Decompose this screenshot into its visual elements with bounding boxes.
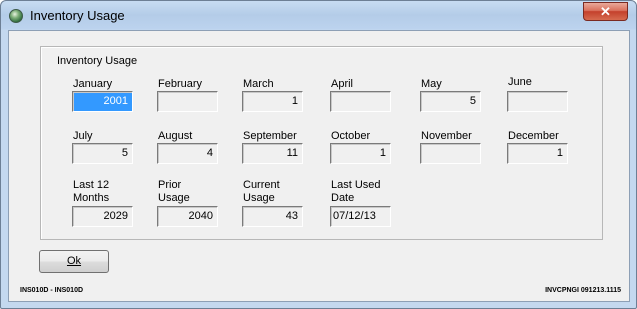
april-field[interactable]: [330, 91, 391, 112]
app-icon: [9, 9, 23, 23]
january-field[interactable]: 2001: [72, 91, 133, 112]
last-used-date-field[interactable]: 07/12/13: [330, 206, 391, 227]
current-usage-label: Current Usage: [243, 179, 280, 204]
october-field[interactable]: 1: [330, 143, 391, 164]
september-label: September: [243, 130, 297, 142]
footer-right-code: INVCPNGI 091213.1115: [545, 287, 621, 294]
prior-usage-field[interactable]: 2040: [157, 206, 218, 227]
february-label: February: [158, 78, 203, 90]
window-title: Inventory Usage: [30, 8, 125, 23]
april-label: April: [331, 78, 354, 90]
july-field[interactable]: 5: [72, 143, 133, 164]
last-used-date-label: Last Used Date: [331, 179, 381, 204]
last-12-months-field[interactable]: 2029: [72, 206, 133, 227]
ok-button[interactable]: Ok: [39, 250, 109, 273]
september-field[interactable]: 11: [242, 143, 303, 164]
last-12-months-label: Last 12 Months: [73, 179, 110, 204]
march-field[interactable]: 1: [242, 91, 303, 112]
june-field[interactable]: [507, 91, 568, 112]
current-usage-field[interactable]: 43: [242, 206, 303, 227]
prior-usage-label: Prior Usage: [158, 179, 190, 204]
february-field[interactable]: [157, 91, 218, 112]
inventory-usage-window: Inventory Usage ✕ Inventory Usage Januar…: [0, 0, 637, 309]
december-field[interactable]: 1: [507, 143, 568, 164]
july-label: July: [73, 130, 93, 142]
may-label: May: [421, 78, 442, 90]
march-label: March: [243, 78, 274, 90]
december-label: December: [508, 130, 559, 142]
close-button[interactable]: ✕: [583, 2, 628, 21]
august-field[interactable]: 4: [157, 143, 218, 164]
august-label: August: [158, 130, 193, 142]
november-label: November: [421, 130, 472, 142]
group-title: Inventory Usage: [56, 55, 139, 67]
dialog-body: Inventory Usage January 2001 February Ma…: [8, 30, 630, 302]
title-bar[interactable]: Inventory Usage ✕: [1, 1, 636, 30]
january-label: January: [73, 78, 113, 90]
november-field[interactable]: [420, 143, 481, 164]
october-label: October: [331, 130, 371, 142]
footer-left-code: INS010D - INS010D: [20, 287, 84, 294]
june-label: June: [508, 76, 532, 88]
may-field[interactable]: 5: [420, 91, 481, 112]
